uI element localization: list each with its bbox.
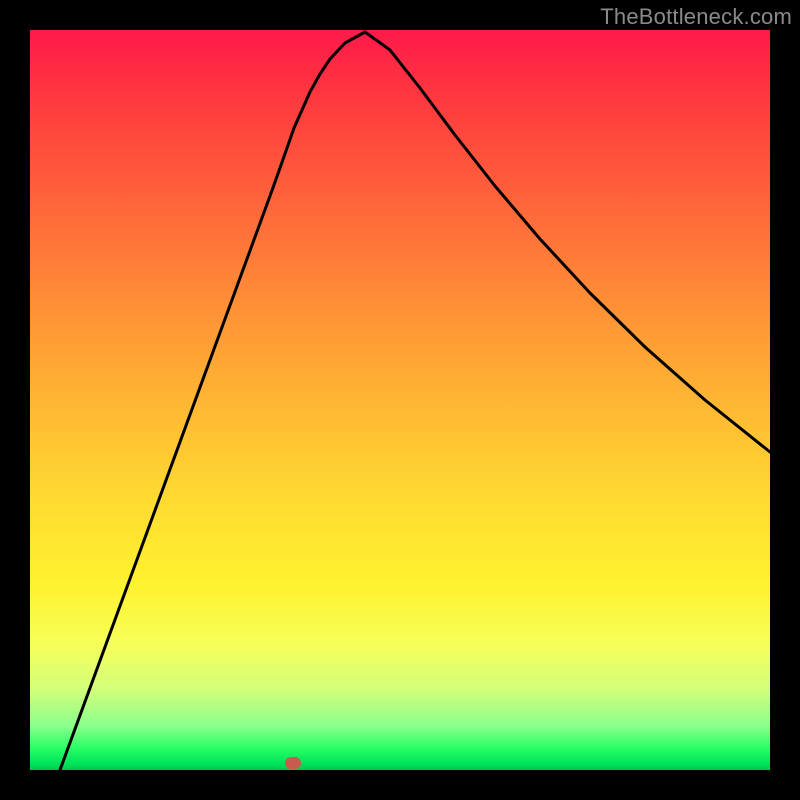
watermark-text: TheBottleneck.com (600, 4, 792, 30)
bottleneck-curve (30, 30, 770, 770)
chart-frame: TheBottleneck.com (0, 0, 800, 800)
plot-area (30, 30, 770, 770)
optimal-point-marker (285, 757, 301, 769)
